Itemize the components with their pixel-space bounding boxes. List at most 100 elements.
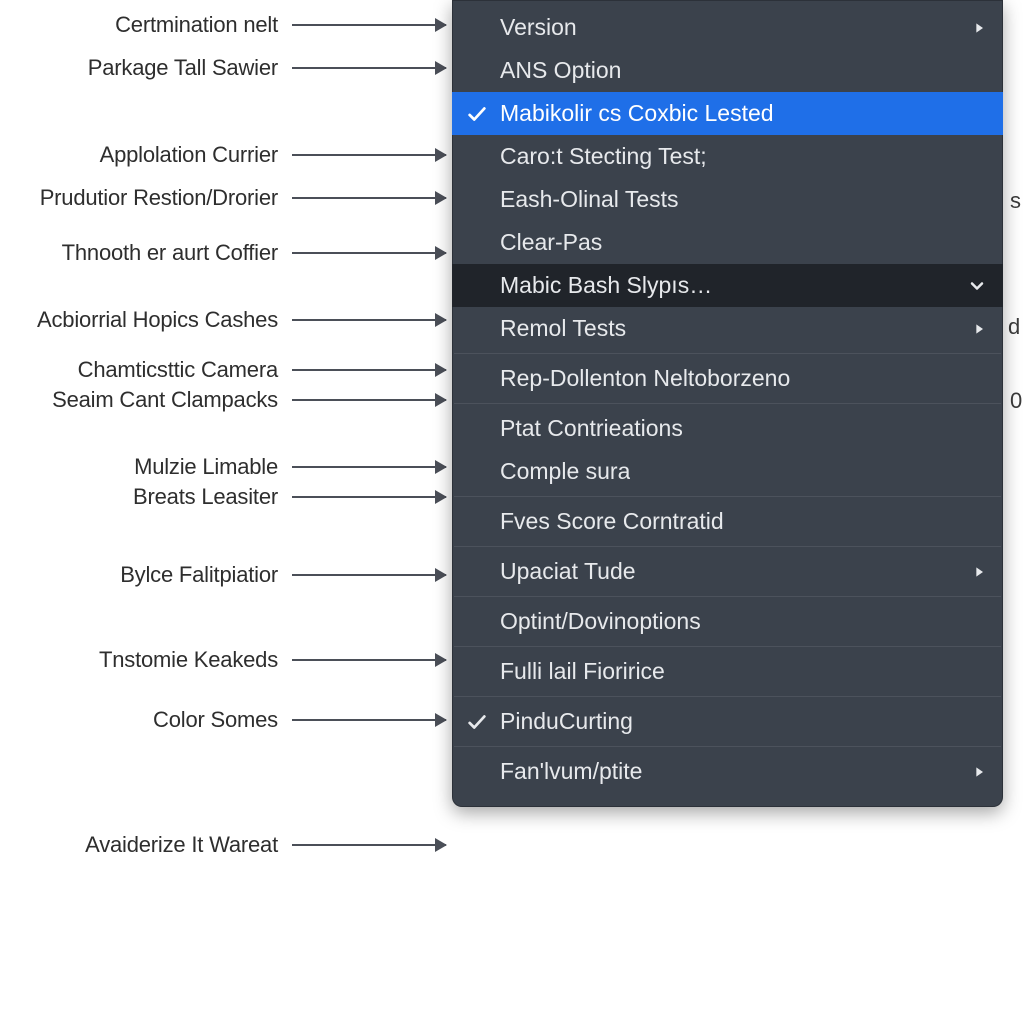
pointer-label-text: Breats Leasiter bbox=[0, 484, 292, 510]
check-icon bbox=[466, 103, 488, 125]
pointer-label-text: Parkage Tall Sawier bbox=[0, 55, 292, 81]
arrow-head-icon bbox=[435, 653, 447, 667]
menu-item-label: Mabikolir cs Coxbic Lested bbox=[500, 100, 774, 127]
arrow-line bbox=[292, 252, 446, 254]
arrow-line bbox=[292, 197, 446, 199]
menu-item-label: Version bbox=[500, 14, 577, 41]
menu-separator bbox=[454, 696, 1001, 697]
pointer-label-text: Mulzie Limable bbox=[0, 454, 292, 480]
arrow-head-icon bbox=[435, 246, 447, 260]
chevron-down-icon bbox=[967, 276, 987, 296]
arrow-head-icon bbox=[435, 490, 447, 504]
menu-item[interactable]: Comple sura bbox=[452, 450, 1003, 493]
pointer-label: Chamticsttic Camera bbox=[0, 355, 446, 385]
menu-item[interactable]: Version bbox=[452, 6, 1003, 49]
submenu-arrow-icon bbox=[971, 20, 987, 36]
pointer-label: Applolation Currier bbox=[0, 140, 446, 170]
arrow-line bbox=[292, 719, 446, 721]
arrow-head-icon bbox=[435, 363, 447, 377]
menu-item-label: Upaciat Tude bbox=[500, 558, 636, 585]
menu-item-label: Ptat Contrieations bbox=[500, 415, 683, 442]
check-icon bbox=[466, 711, 488, 733]
pointer-label-text: Certmination nelt bbox=[0, 12, 292, 38]
arrow-line bbox=[292, 319, 446, 321]
menu-item[interactable]: Fulli lail Fioririce bbox=[452, 650, 1003, 693]
arrow-head-icon bbox=[435, 191, 447, 205]
pointer-label-text: Tnstomie Keakeds bbox=[0, 647, 292, 673]
pointer-label: Thnooth er aurt Coffier bbox=[0, 238, 446, 268]
menu-item[interactable]: Clear-Pas bbox=[452, 221, 1003, 264]
pointer-label-text: Avaiderize It Wareat bbox=[0, 832, 292, 858]
menu-item-label: Caro:t Stecting Test; bbox=[500, 143, 707, 170]
menu-item[interactable]: PinduCurting bbox=[452, 700, 1003, 743]
pointer-label: Bylce Falitpiatior bbox=[0, 560, 446, 590]
menu-separator bbox=[454, 353, 1001, 354]
menu-item-label: Optint/Dovinoptions bbox=[500, 608, 701, 635]
menu-item[interactable]: Fves Score Corntratid bbox=[452, 500, 1003, 543]
stage: s d 0 Certmination nelt Parkage Tall Sawi… bbox=[0, 0, 1024, 1024]
arrow-head-icon bbox=[435, 148, 447, 162]
arrow-line bbox=[292, 67, 446, 69]
pointer-label: Seaim Cant Clampacks bbox=[0, 385, 446, 415]
arrow-head-icon bbox=[435, 61, 447, 75]
menu-item[interactable]: ANS Option bbox=[452, 49, 1003, 92]
menu-item[interactable]: Remol Tests bbox=[452, 307, 1003, 350]
menu-separator bbox=[454, 403, 1001, 404]
menu-item-label: Fan'lvum/ptite bbox=[500, 758, 642, 785]
bg-char: s bbox=[1010, 188, 1021, 214]
pointer-label-text: Chamticsttic Camera bbox=[0, 357, 292, 383]
arrow-head-icon bbox=[435, 18, 447, 32]
menu-item[interactable]: Rep-Dollenton Neltoborzeno bbox=[452, 357, 1003, 400]
arrow-line bbox=[292, 369, 446, 371]
arrow-head-icon bbox=[435, 713, 447, 727]
menu-separator bbox=[454, 596, 1001, 597]
menu-separator bbox=[454, 546, 1001, 547]
menu-separator bbox=[454, 496, 1001, 497]
arrow-head-icon bbox=[435, 838, 447, 852]
arrow-line bbox=[292, 844, 446, 846]
context-menu[interactable]: Version ANS Option Mabikolir cs Coxbic Les… bbox=[452, 0, 1003, 807]
bg-char: d bbox=[1008, 314, 1020, 340]
pointer-label-text: Applolation Currier bbox=[0, 142, 292, 168]
menu-item[interactable]: Mabic Bash Slypıs… bbox=[452, 264, 1003, 307]
menu-separator bbox=[454, 746, 1001, 747]
pointer-label: Color Somes bbox=[0, 705, 446, 735]
pointer-label-text: Color Somes bbox=[0, 707, 292, 733]
bg-char: 0 bbox=[1010, 388, 1022, 414]
menu-item-label: PinduCurting bbox=[500, 708, 633, 735]
submenu-arrow-icon bbox=[971, 321, 987, 337]
pointer-label: Acbiorrial Hopics Cashes bbox=[0, 305, 446, 335]
menu-item[interactable]: Fan'lvum/ptite bbox=[452, 750, 1003, 793]
menu-item[interactable]: Upaciat Tude bbox=[452, 550, 1003, 593]
arrow-line bbox=[292, 466, 446, 468]
menu-item-label: Rep-Dollenton Neltoborzeno bbox=[500, 365, 790, 392]
menu-item[interactable]: Ptat Contrieations bbox=[452, 407, 1003, 450]
arrow-line bbox=[292, 574, 446, 576]
pointer-label-text: Thnooth er aurt Coffier bbox=[0, 240, 292, 266]
arrow-line bbox=[292, 24, 446, 26]
menu-item[interactable]: Caro:t Stecting Test; bbox=[452, 135, 1003, 178]
menu-item-label: Mabic Bash Slypıs… bbox=[500, 272, 712, 299]
arrow-line bbox=[292, 659, 446, 661]
pointer-label-text: Bylce Falitpiatior bbox=[0, 562, 292, 588]
submenu-arrow-icon bbox=[971, 564, 987, 580]
arrow-line bbox=[292, 399, 446, 401]
arrow-head-icon bbox=[435, 393, 447, 407]
pointer-label-text: Acbiorrial Hopics Cashes bbox=[0, 307, 292, 333]
menu-item-label: Fves Score Corntratid bbox=[500, 508, 724, 535]
pointer-label: Tnstomie Keakeds bbox=[0, 645, 446, 675]
menu-item-label: Fulli lail Fioririce bbox=[500, 658, 665, 685]
menu-item-label: ANS Option bbox=[500, 57, 621, 84]
arrow-head-icon bbox=[435, 313, 447, 327]
pointer-label: Mulzie Limable bbox=[0, 452, 446, 482]
menu-item[interactable]: Eash-Olinal Tests bbox=[452, 178, 1003, 221]
pointer-label: Breats Leasiter bbox=[0, 482, 446, 512]
menu-item[interactable]: Optint/Dovinoptions bbox=[452, 600, 1003, 643]
menu-item-label: Clear-Pas bbox=[500, 229, 602, 256]
menu-item[interactable]: Mabikolir cs Coxbic Lested bbox=[452, 92, 1003, 135]
submenu-arrow-icon bbox=[971, 764, 987, 780]
pointer-label-text: Prudutior Restion/Drorier bbox=[0, 185, 292, 211]
pointer-label-text: Seaim Cant Clampacks bbox=[0, 387, 292, 413]
pointer-label: Prudutior Restion/Drorier bbox=[0, 183, 446, 213]
arrow-line bbox=[292, 154, 446, 156]
